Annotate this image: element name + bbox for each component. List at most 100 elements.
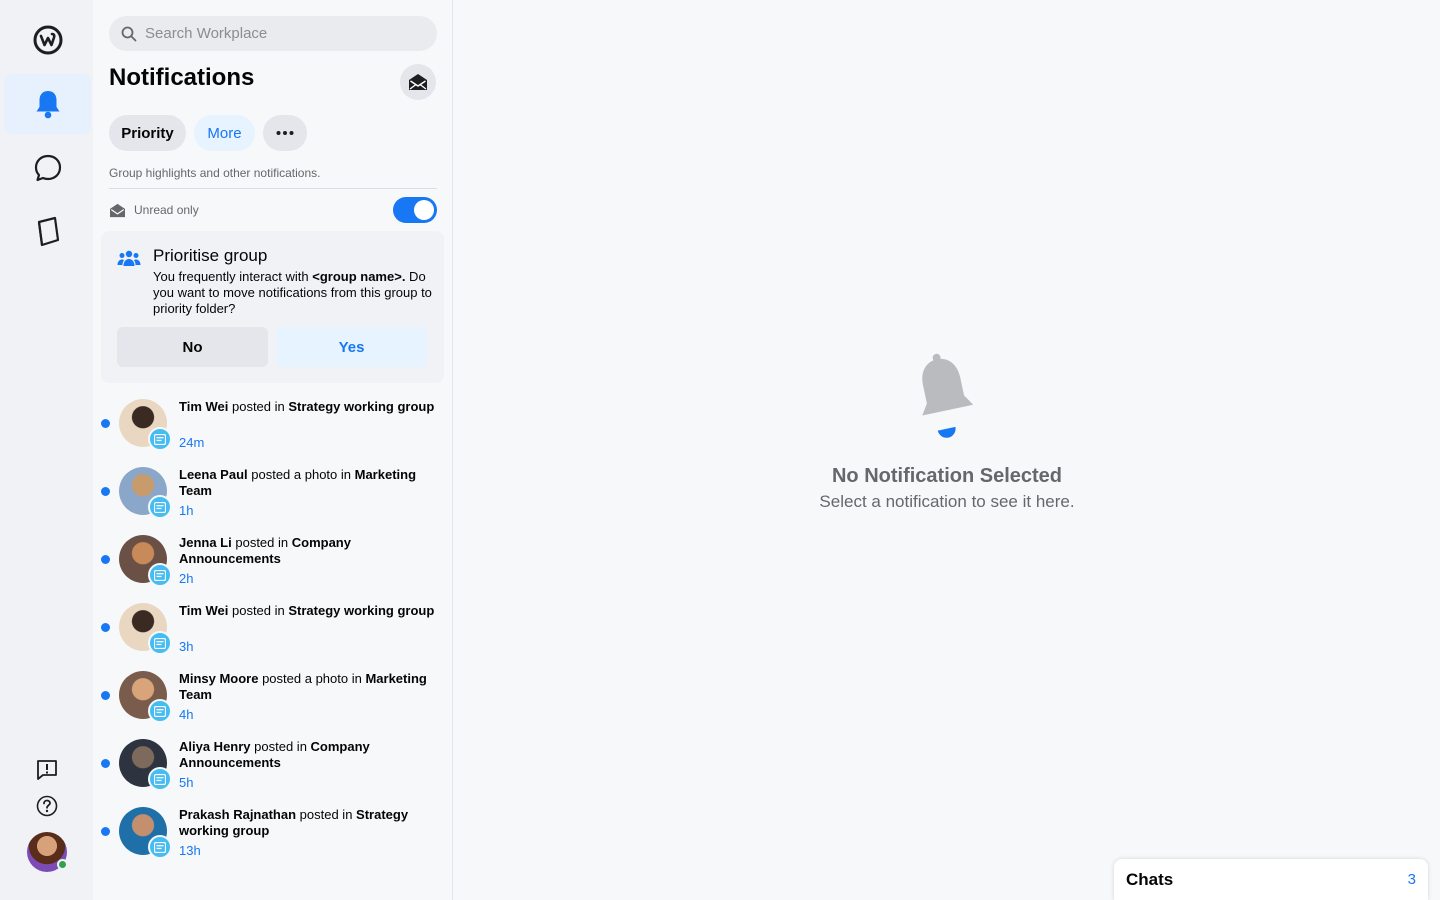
help-button[interactable] [31,790,63,822]
chat-bubble-icon [34,154,61,182]
folder-description: Group highlights and other notifications… [109,166,321,180]
workplace-logo-icon [33,25,62,55]
unread-indicator [101,691,110,700]
prioritise-group-card: Prioritise group You frequently interact… [101,231,444,383]
notification-text: Minsy Moore posted a photo in Marketing … [179,671,441,703]
post-icon [154,705,166,717]
notification-text: Tim Wei posted in Strategy working group [179,399,441,415]
chats-tab[interactable]: Chats 3 [1114,859,1428,900]
notification-verb: posted in [228,603,289,618]
bell-icon [922,353,974,438]
notification-item[interactable]: Leena Paul posted a photo in Marketing T… [93,467,453,531]
workplace-logo-button[interactable] [4,10,91,70]
post-icon [154,569,166,581]
empty-state-subtitle: Select a notification to see it here. [819,492,1075,511]
notification-item[interactable]: Aliya Henry posted in Company Announceme… [93,739,453,803]
notification-target: Strategy working group [288,399,435,414]
card-group-name: <group name>. [312,269,406,284]
post-icon [154,637,166,649]
search-input[interactable] [145,25,415,42]
tab-priority[interactable]: Priority [109,115,186,151]
unread-indicator [101,555,110,564]
notification-item[interactable]: Tim Wei posted in Strategy working group… [93,399,453,463]
notification-time: 24m [179,435,205,450]
notification-text: Leena Paul posted a photo in Marketing T… [179,467,441,499]
unread-indicator [101,827,110,836]
book-icon [37,216,59,247]
post-badge [148,631,172,655]
post-badge [148,495,172,519]
notification-target: Strategy working group [288,603,435,618]
notification-actor: Tim Wei [179,399,229,414]
notification-verb: posted in [228,399,289,414]
notification-text: Prakash Rajnathan posted in Strategy wor… [179,807,441,839]
notification-time: 2h [179,571,194,586]
notification-actor: Aliya Henry [179,739,251,754]
notification-verb: posted in [296,807,357,822]
mark-all-read-button[interactable] [400,64,436,100]
main-content: No Notification Selected Select a notifi… [454,0,1440,900]
unread-only-toggle[interactable] [393,197,437,223]
rail-chat-button[interactable] [4,138,91,198]
post-icon [154,773,166,785]
rail-knowledge-button[interactable] [4,202,91,262]
notification-item[interactable]: Jenna Li posted in Company Announcements… [93,535,453,599]
feedback-icon [37,760,57,780]
notification-time: 13h [179,843,201,858]
post-badge [148,699,172,723]
notifications-panel: Notifications Priority More Group highli… [93,0,453,900]
envelope-open-icon [110,203,125,217]
unread-indicator [101,419,110,428]
online-status-indicator [57,859,68,870]
divider [109,188,437,189]
unread-indicator [101,623,110,632]
notification-verb: posted in [231,535,292,550]
notification-text: Tim Wei posted in Strategy working group [179,603,441,619]
no-button[interactable]: No [117,327,268,367]
notification-text: Jenna Li posted in Company Announcements [179,535,441,567]
search-bar[interactable] [109,16,437,51]
unread-indicator [101,487,110,496]
search-icon [121,26,137,41]
unread-filter-row: Unread only [109,197,437,223]
notification-actor: Tim Wei [179,603,229,618]
post-badge [148,835,172,859]
envelope-open-icon [409,74,427,90]
notification-actor: Jenna Li [179,535,232,550]
feedback-button[interactable] [31,754,63,786]
chats-label: Chats [1126,869,1174,889]
card-title: Prioritise group [153,246,268,265]
notification-text: Aliya Henry posted in Company Announceme… [179,739,441,771]
post-badge [148,767,172,791]
notification-time: 5h [179,775,194,790]
card-body: You frequently interact with <group name… [153,269,433,317]
bell-icon [36,91,59,119]
notification-item[interactable]: Prakash Rajnathan posted in Strategy wor… [93,807,453,871]
unread-indicator [101,759,110,768]
group-icon [117,250,141,266]
notification-verb: posted a photo in [258,671,366,686]
notification-actor: Leena Paul [179,467,248,482]
notification-time: 4h [179,707,194,722]
rail-notifications-button[interactable] [4,74,91,134]
card-body-text: You frequently interact with [153,269,313,284]
notification-verb: posted a photo in [247,467,355,482]
post-badge [148,427,172,451]
left-rail [0,0,93,900]
notification-actor: Minsy Moore [179,671,259,686]
yes-button[interactable]: Yes [276,327,427,367]
unread-only-label: Unread only [134,203,199,217]
more-options-button[interactable] [263,115,307,151]
help-icon [36,795,58,817]
notification-time: 1h [179,503,194,518]
tab-more[interactable]: More [194,115,255,151]
notification-verb: posted in [250,739,311,754]
notification-actor: Prakash Rajnathan [179,807,297,822]
notification-item[interactable]: Minsy Moore posted a photo in Marketing … [93,671,453,735]
chats-count: 3 [1407,871,1416,888]
ellipsis-icon [276,131,294,135]
post-icon [154,841,166,853]
notification-item[interactable]: Tim Wei posted in Strategy working group… [93,603,453,667]
notification-time: 3h [179,639,194,654]
post-icon [154,433,166,445]
